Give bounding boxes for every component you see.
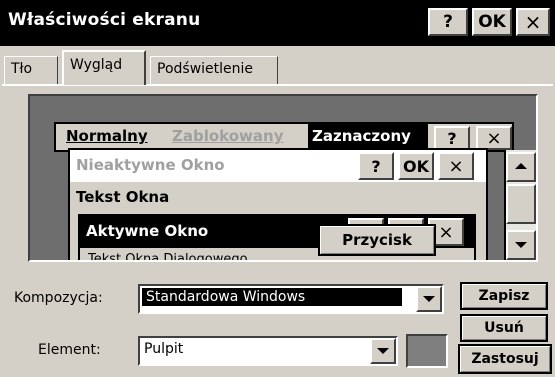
close-button[interactable]: × bbox=[516, 8, 550, 36]
scroll-down-icon bbox=[506, 230, 536, 260]
element-color-swatch[interactable] bbox=[406, 334, 448, 368]
inactive-window-title: Nieaktywne Okno bbox=[76, 156, 225, 174]
preview-dialog-text: Tekst Okna Dialogowego bbox=[88, 252, 248, 262]
scheme-value: Standardowa Windows bbox=[142, 288, 402, 306]
inactive-ok-button: OK bbox=[398, 152, 434, 180]
element-select[interactable]: Pulpit bbox=[138, 336, 398, 366]
scheme-select[interactable]: Standardowa Windows bbox=[138, 284, 444, 314]
inactive-help-button: ? bbox=[358, 152, 394, 180]
apply-button[interactable]: Zastosuj bbox=[458, 344, 552, 374]
window-title: Właściwości ekranu bbox=[8, 10, 201, 30]
preview-help-button: ? bbox=[434, 126, 470, 150]
appearance-preview[interactable]: Normalny Zablokowany Zaznaczony ? × Niea… bbox=[28, 94, 538, 262]
preview-close-button: × bbox=[476, 126, 512, 150]
tab-background[interactable]: Tło bbox=[4, 56, 58, 84]
preview-menu-disabled: Zablokowany bbox=[172, 127, 284, 145]
chevron-down-icon[interactable] bbox=[416, 286, 442, 312]
preview-menu-selected: Zaznaczony bbox=[308, 124, 428, 150]
help-button[interactable]: ? bbox=[428, 8, 468, 36]
tab-appearance[interactable]: Wygląd bbox=[62, 50, 146, 85]
inactive-close-button: × bbox=[438, 152, 474, 180]
ok-button[interactable]: OK bbox=[472, 8, 512, 36]
scheme-label: Kompozycja: bbox=[14, 290, 103, 306]
scroll-thumb bbox=[506, 184, 536, 224]
element-label: Element: bbox=[38, 342, 101, 358]
preview-scrollbar bbox=[504, 150, 536, 260]
tab-backlight[interactable]: Podświetlenie bbox=[150, 56, 278, 84]
active-window-title: Aktywne Okno bbox=[86, 222, 209, 240]
preview-menu-normal: Normalny bbox=[66, 127, 148, 145]
preview-push-button: Przycisk bbox=[318, 224, 436, 256]
chevron-down-icon[interactable] bbox=[370, 338, 396, 364]
inactive-window-titlebar: Nieaktywne Okno ? OK × bbox=[70, 150, 486, 182]
save-button[interactable]: Zapisz bbox=[460, 282, 548, 310]
delete-button[interactable]: Usuń bbox=[460, 314, 548, 342]
tab-bar: Tło Wygląd Podświetlenie bbox=[0, 50, 555, 85]
element-value: Pulpit bbox=[144, 341, 184, 357]
preview-window-text: Tekst Okna bbox=[76, 188, 170, 206]
scroll-up-icon bbox=[506, 152, 536, 182]
title-bar: Właściwości ekranu ? OK × bbox=[0, 0, 555, 46]
